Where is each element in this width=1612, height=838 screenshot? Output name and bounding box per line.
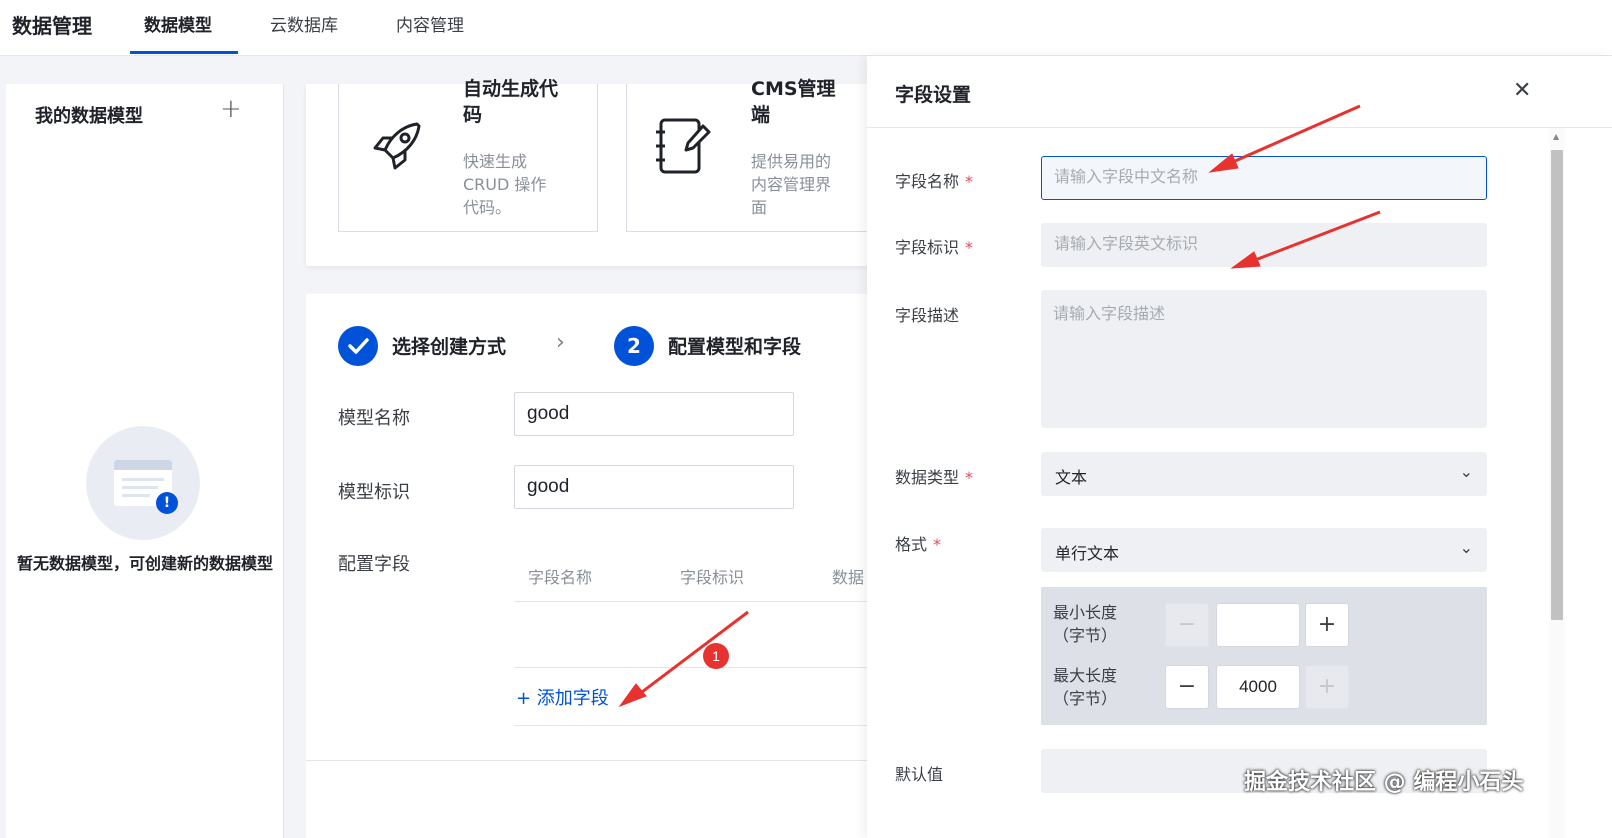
min-length-decrement-button[interactable]: −: [1165, 603, 1209, 647]
model-id-input[interactable]: [514, 465, 794, 509]
default-value-label: 默认值: [895, 765, 944, 784]
model-sidebar: 我的数据模型 + ! 暂无数据模型，可创建新的数据模型: [6, 84, 284, 838]
creation-method-card: 自动生成代 码 快速生成 CRUD 操作 代码。 CMS管理 端 提供易用的 内…: [306, 78, 876, 266]
info-badge-icon: !: [156, 492, 178, 514]
feature-title: 自动生成代 码: [463, 78, 559, 126]
table-divider: [514, 725, 872, 726]
field-description-textarea[interactable]: [1041, 290, 1487, 428]
table-divider: [514, 667, 872, 668]
sidebar-title: 我的数据模型: [35, 106, 143, 127]
data-type-value: 文本: [1055, 468, 1088, 487]
step-2-label: 配置模型和字段: [668, 336, 802, 358]
feature-title: CMS管理 端: [751, 78, 836, 126]
empty-state-text: 暂无数据模型，可创建新的数据模型: [16, 554, 273, 573]
chevron-right-icon: ›: [556, 330, 565, 355]
feature-description: 快速生成 CRUD 操作 代码。: [463, 152, 547, 217]
field-name-input[interactable]: [1041, 156, 1487, 200]
column-header-field-id: 字段标识: [680, 568, 745, 587]
field-settings-drawer: 字段设置 ✕ 字段名称* 字段标识* 字段描述 数据类型* 文本 ⌄ 格式* 单…: [867, 56, 1612, 838]
length-settings-panel: 最小长度 （字节） − + 最大长度 （字节） − +: [1041, 587, 1487, 725]
tab-data-model[interactable]: 数据模型: [144, 11, 212, 36]
chevron-down-icon: ⌄: [1459, 462, 1473, 481]
model-config-card: 选择创建方式 › 2 配置模型和字段 模型名称 模型标识 配置字段 字段名称 字…: [306, 294, 872, 838]
fields-label: 配置字段: [338, 554, 410, 575]
field-id-label: 字段标识 *: [895, 238, 974, 257]
model-name-input[interactable]: [514, 392, 794, 436]
column-header-field-name: 字段名称: [528, 568, 593, 587]
card-divider: [306, 760, 872, 761]
step-done-icon: [338, 326, 378, 366]
scroll-up-icon[interactable]: ▲: [1553, 132, 1559, 141]
rocket-icon: [373, 122, 421, 170]
scrollbar-thumb[interactable]: [1551, 150, 1563, 620]
watermark: 掘金技术社区 @ 编程小石头: [1244, 770, 1524, 795]
feature-cms[interactable]: CMS管理 端 提供易用的 内容管理界 面: [626, 78, 876, 232]
field-name-label: 字段名称 *: [895, 172, 974, 191]
table-divider: [514, 601, 872, 602]
min-length-label: 最小长度 （字节）: [1053, 603, 1118, 645]
add-field-button[interactable]: + 添加字段: [516, 684, 609, 710]
step-1-label: 选择创建方式: [392, 336, 507, 358]
feature-description: 提供易用的 内容管理界 面: [751, 152, 832, 217]
max-length-decrement-button[interactable]: −: [1165, 665, 1209, 709]
chevron-down-icon: ⌄: [1459, 538, 1473, 557]
max-length-increment-button[interactable]: +: [1305, 665, 1349, 709]
tab-content-management[interactable]: 内容管理: [396, 11, 464, 36]
field-description-label: 字段描述: [895, 306, 960, 325]
format-label: 格式 *: [895, 535, 942, 554]
notebook-edit-icon: [656, 118, 711, 174]
format-select[interactable]: 单行文本 ⌄: [1041, 528, 1487, 572]
feature-auto-code[interactable]: 自动生成代 码 快速生成 CRUD 操作 代码。: [338, 78, 598, 232]
field-id-input[interactable]: [1041, 223, 1487, 267]
step-2-number: 2: [614, 326, 654, 366]
max-length-input[interactable]: [1216, 665, 1300, 709]
min-length-input[interactable]: [1216, 603, 1300, 647]
tab-cloud-database[interactable]: 云数据库: [270, 11, 338, 36]
drawer-title: 字段设置: [895, 84, 972, 106]
format-value: 单行文本: [1055, 544, 1120, 563]
column-header-data: 数据: [832, 568, 865, 587]
app-title: 数据管理: [12, 14, 92, 38]
close-icon[interactable]: ✕: [1513, 78, 1531, 103]
plus-icon[interactable]: +: [220, 94, 242, 124]
model-name-label: 模型名称: [338, 408, 410, 429]
data-type-label: 数据类型 *: [895, 468, 974, 487]
min-length-increment-button[interactable]: +: [1305, 603, 1349, 647]
active-tab-indicator: [130, 51, 238, 54]
empty-state-illustration: !: [86, 426, 200, 540]
top-navigation-bar: 数据管理 数据模型 云数据库 内容管理: [0, 0, 1612, 56]
drawer-header: 字段设置 ✕: [867, 56, 1612, 128]
max-length-label: 最大长度 （字节）: [1053, 666, 1118, 708]
model-id-label: 模型标识: [338, 482, 410, 503]
data-type-select[interactable]: 文本 ⌄: [1041, 452, 1487, 496]
